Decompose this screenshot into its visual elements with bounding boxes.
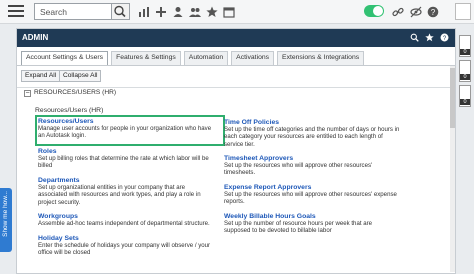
side-count: 0: [460, 99, 470, 105]
item-description: Assemble ad-hoc teams independent of dep…: [38, 220, 210, 227]
departments-link[interactable]: Departments: [38, 177, 214, 184]
resources-users-link[interactable]: Resources/Users: [38, 118, 214, 125]
weekly-billable-hours-goals-link[interactable]: Weekly Billable Hours Goals: [224, 213, 400, 220]
star-icon[interactable]: [425, 33, 434, 42]
list-item: Time Off Policies Set up the time off ca…: [224, 119, 400, 148]
top-toolbar: Search ?: [0, 0, 474, 24]
show-me-how-tab[interactable]: Show me how...: [0, 188, 12, 252]
list-item: Timesheet Approvers Set up the resources…: [224, 155, 400, 177]
scrollbar[interactable]: [450, 66, 455, 272]
toggle-switch[interactable]: [364, 5, 384, 17]
tab-extensions-integrations[interactable]: Extensions & Integrations: [277, 51, 365, 65]
section-divider: [17, 87, 455, 88]
search-icon: [114, 5, 126, 18]
tab-bar: Account Settings & Users Features & Sett…: [21, 51, 367, 65]
plus-icon[interactable]: [155, 6, 167, 18]
search-placeholder: Search: [40, 7, 67, 17]
help-icon[interactable]: ?: [427, 6, 439, 18]
help-icon[interactable]: ?: [440, 33, 449, 42]
side-widget[interactable]: 0: [459, 60, 471, 82]
tab-automation[interactable]: Automation: [183, 51, 229, 65]
page-title: ADMIN: [22, 33, 49, 42]
svg-text:?: ?: [431, 8, 436, 17]
list-item: Resources/Users Manage user accounts for…: [38, 118, 214, 140]
eye-off-icon[interactable]: [410, 6, 422, 18]
list-item: Workgroups Assemble ad-hoc teams indepen…: [38, 213, 214, 227]
tab-activations[interactable]: Activations: [231, 51, 275, 65]
link-icon[interactable]: [392, 6, 404, 18]
search-input[interactable]: Search: [34, 3, 130, 20]
search-button[interactable]: [111, 4, 129, 19]
section-title: RESOURCES/USERS (HR): [34, 89, 117, 96]
show-me-how-label: Show me how...: [2, 191, 9, 237]
workgroups-link[interactable]: Workgroups: [38, 213, 214, 220]
calendar-icon[interactable]: [223, 6, 235, 18]
time-off-policies-link[interactable]: Time Off Policies: [224, 119, 400, 126]
scrollbar-thumb[interactable]: [450, 68, 455, 128]
team-icon[interactable]: [189, 6, 201, 18]
holiday-sets-link[interactable]: Holiday Sets: [38, 235, 214, 242]
timesheet-approvers-link[interactable]: Timesheet Approvers: [224, 155, 400, 162]
tab-account-settings-users[interactable]: Account Settings & Users: [21, 51, 109, 65]
star-icon[interactable]: [206, 6, 218, 18]
person-icon[interactable]: [172, 6, 184, 18]
side-count: 0: [460, 74, 470, 80]
item-description: Set up billing roles that determine the …: [38, 155, 209, 170]
item-description: Set up the resources who will approve ot…: [224, 162, 373, 177]
panel-header: ADMIN ?: [17, 29, 455, 47]
expense-report-approvers-link[interactable]: Expense Report Approvers: [224, 184, 400, 191]
list-item: Holiday Sets Enter the schedule of holid…: [38, 235, 214, 257]
collapse-icon[interactable]: −: [24, 90, 31, 97]
admin-panel: ADMIN ? Account Settings & Users Feature…: [16, 28, 456, 274]
list-item: Roles Set up billing roles that determin…: [38, 148, 214, 170]
side-widget[interactable]: 0: [459, 85, 471, 107]
avatar-icon[interactable]: [455, 3, 471, 20]
side-widget[interactable]: 0: [459, 35, 471, 57]
list-item: Expense Report Approvers Set up the reso…: [224, 184, 400, 206]
item-description: Set up the number of resource hours per …: [224, 220, 373, 235]
section-header[interactable]: − RESOURCES/USERS (HR): [24, 89, 116, 97]
side-count: 0: [460, 49, 470, 55]
expand-all-button[interactable]: Expand All: [21, 70, 61, 82]
item-description: Set up organizational entities in your c…: [38, 184, 201, 206]
collapse-all-button[interactable]: Collapse All: [59, 70, 102, 82]
group-label: Resources/Users (HR): [35, 107, 104, 114]
list-item: Departments Set up organizational entiti…: [38, 177, 214, 206]
menu-icon[interactable]: [8, 5, 24, 19]
tab-features-settings[interactable]: Features & Settings: [111, 51, 181, 65]
search-icon[interactable]: [410, 33, 419, 42]
tab-divider: [17, 65, 455, 66]
item-description: Enter the schedule of holidays your comp…: [38, 242, 211, 257]
item-description: Manage user accounts for people in your …: [38, 125, 212, 140]
item-description: Set up the time off categories and the n…: [224, 126, 400, 148]
right-side-panel: 0 0 0: [459, 35, 472, 110]
list-item: Weekly Billable Hours Goals Set up the n…: [224, 213, 400, 235]
item-description: Set up the resources who will approve ot…: [224, 191, 397, 206]
chart-icon[interactable]: [138, 6, 150, 18]
roles-link[interactable]: Roles: [38, 148, 214, 155]
